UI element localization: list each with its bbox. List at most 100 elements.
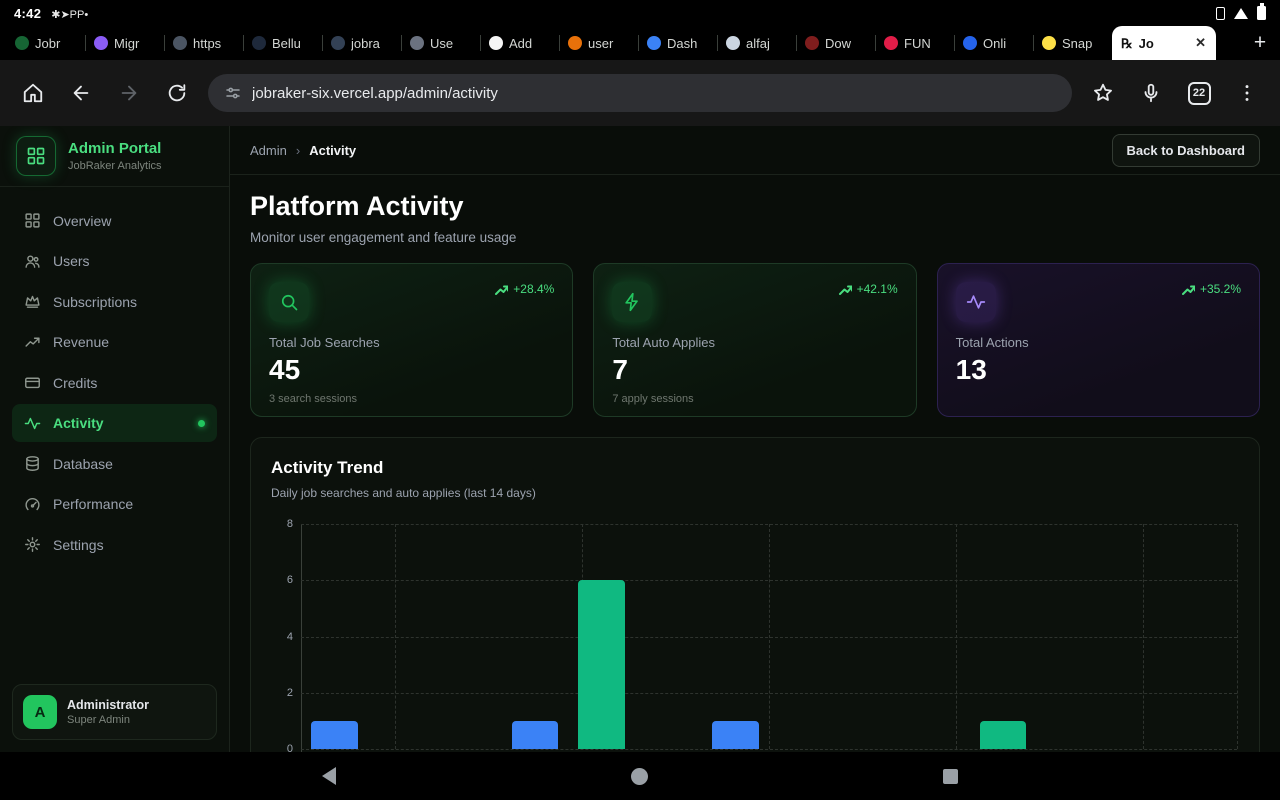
notification-icons: ✱➤PP• (51, 6, 88, 21)
tab[interactable]: Bellu (243, 26, 322, 60)
sidebar-item-credits[interactable]: Credits (12, 364, 217, 402)
tab[interactable]: Add (480, 26, 559, 60)
site-settings-icon (226, 87, 240, 99)
trend-value: +35.2% (1199, 282, 1241, 296)
tab-favicon (726, 36, 740, 50)
stat-card-top: +28.4% (269, 282, 554, 322)
crown-icon (25, 295, 40, 308)
wifi-icon (1234, 7, 1248, 19)
tab-label: user (588, 35, 614, 51)
trend-badge: +35.2% (1181, 282, 1241, 296)
search-icon (269, 282, 309, 322)
search-icon (281, 294, 298, 311)
gridline-vertical (394, 524, 396, 749)
tab[interactable]: jobra (322, 26, 401, 60)
forward-arrow-icon (121, 85, 137, 101)
refresh-button[interactable] (156, 72, 198, 114)
users-icon (24, 253, 41, 270)
y-axis-tick: 6 (286, 574, 293, 587)
tab[interactable]: Onli (954, 26, 1033, 60)
stat-label: Total Actions (955, 335, 1029, 350)
tab[interactable]: https (164, 26, 243, 60)
forward-button[interactable] (108, 72, 150, 114)
bar-job-searches (511, 720, 559, 749)
stat-sub: 7 apply sessions (612, 393, 694, 405)
tab-favicon (568, 36, 582, 50)
tab[interactable]: Migr (85, 26, 164, 60)
tab[interactable]: FUN (875, 26, 954, 60)
stat-label: Total Auto Applies (612, 335, 715, 350)
sidebar-item-performance[interactable]: Performance (12, 485, 217, 523)
trend-icon (24, 334, 41, 351)
dot-icon: • (84, 8, 89, 21)
sidebar-item-subscriptions[interactable]: Subscriptions (12, 283, 217, 321)
microphone-icon (1144, 83, 1158, 103)
close-icon[interactable]: ✕ (1194, 35, 1207, 51)
tab-label: Dash (667, 35, 698, 51)
tab[interactable]: Dash (638, 26, 717, 60)
gauge-icon (25, 497, 40, 510)
back-icon[interactable] (322, 767, 336, 785)
active-indicator-dot (198, 419, 205, 427)
avatar: A (23, 695, 57, 729)
home-button[interactable] (12, 72, 54, 114)
refresh-icon (168, 84, 186, 102)
sidebar-item-label: Performance (53, 496, 134, 512)
y-axis-tick: 8 (286, 518, 293, 530)
recents-icon[interactable] (943, 768, 958, 784)
sidebar-item-label: Database (53, 455, 113, 472)
sidebar-item-users[interactable]: Users (12, 242, 217, 280)
tab-label: Add (509, 35, 533, 51)
tab-active[interactable]: ℞ Jo ✕ (1112, 26, 1216, 60)
kebab-menu-icon (1245, 85, 1249, 101)
app-title: Admin Portal (68, 140, 162, 157)
breadcrumb-activity: Activity (309, 142, 357, 158)
tab[interactable]: Snap (1033, 26, 1112, 60)
sidebar-item-activity[interactable]: Activity (12, 404, 217, 442)
tab[interactable]: Dow (796, 26, 875, 60)
stat-card-top: +42.1% (612, 282, 898, 322)
chart-title: Activity Trend (271, 458, 384, 477)
voice-search-button[interactable] (1130, 72, 1172, 114)
sidebar-item-label: Settings (53, 536, 104, 553)
user-card[interactable]: A Administrator Super Admin (12, 684, 217, 740)
crown-icon (24, 293, 41, 310)
url-text[interactable]: jobraker-six.vercel.app/admin/activity (252, 85, 498, 102)
sidebar-item-label: Subscriptions (53, 293, 138, 310)
tab-strip-tabs: Jobr Migr https Bellu jobra Use Add user Dash alf… (6, 26, 1240, 60)
sidebar-item-overview[interactable]: Overview (12, 202, 217, 240)
y-axis-tick: 0 (286, 743, 293, 752)
stat-value: 7 (612, 354, 628, 385)
trend-up-icon (1181, 285, 1195, 295)
tab-favicon (410, 36, 424, 50)
tab-switcher-button[interactable]: 22 (1178, 72, 1220, 114)
url-bar[interactable]: jobraker-six.vercel.app/admin/activity (208, 74, 1072, 112)
app-subtitle: JobRaker Analytics (68, 160, 162, 172)
breadcrumb-admin[interactable]: Admin (250, 143, 287, 158)
home-icon[interactable] (631, 767, 648, 785)
activity-icon (24, 417, 41, 429)
sidebar-item-settings[interactable]: Settings (12, 526, 217, 564)
sidebar-item-database[interactable]: Database (12, 445, 217, 483)
tab-favicon (252, 36, 266, 50)
star-icon (1094, 83, 1112, 101)
gear-icon (25, 537, 40, 552)
chart-plot: 8 6 4 2 0 (287, 518, 1238, 752)
stat-value: 13 (955, 354, 987, 385)
tab[interactable]: alfaj (717, 26, 796, 60)
back-button[interactable] (60, 72, 102, 114)
tab-label: Snap (1062, 35, 1093, 51)
sidebar-item-revenue[interactable]: Revenue (12, 323, 217, 361)
tab[interactable]: Jobr (6, 26, 85, 60)
menu-button[interactable] (1226, 72, 1268, 114)
main-area: Admin › Activity Back to Dashboard Platf… (230, 126, 1280, 752)
tab-count-badge: 22 (1187, 81, 1211, 105)
bar-auto-applies (979, 720, 1027, 749)
bookmark-button[interactable] (1082, 72, 1124, 114)
tab[interactable]: Use (401, 26, 480, 60)
database-icon (26, 456, 39, 471)
tab[interactable]: user (559, 26, 638, 60)
new-tab-button[interactable]: + (1240, 26, 1280, 60)
back-to-dashboard-button[interactable]: Back to Dashboard (1111, 133, 1260, 167)
tab-label: alfaj (746, 35, 770, 51)
